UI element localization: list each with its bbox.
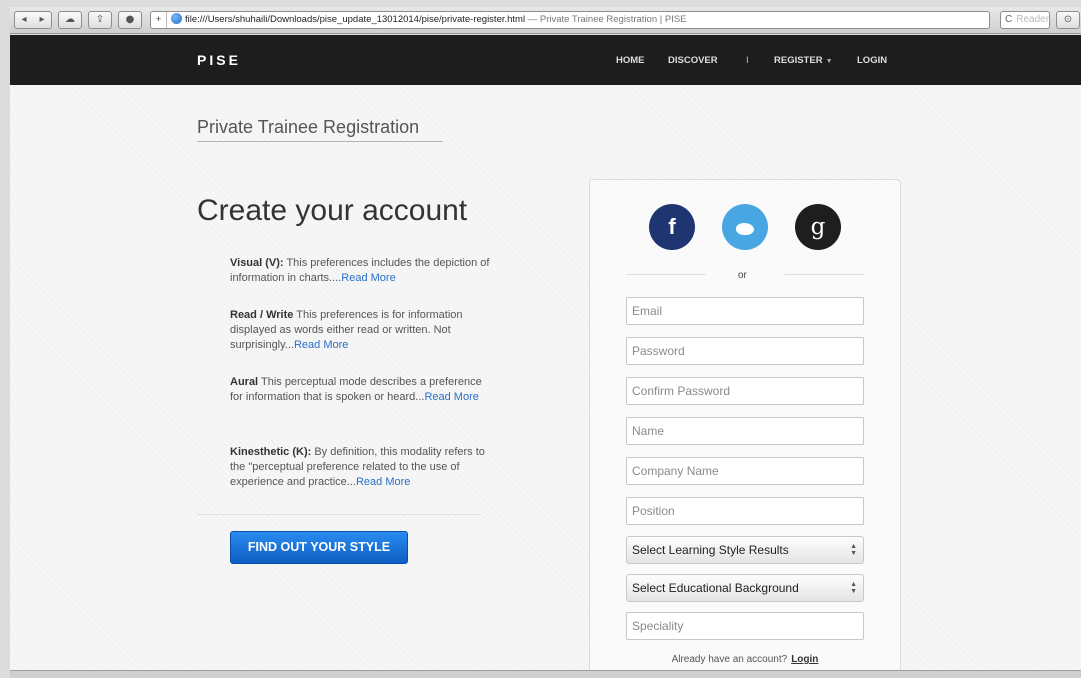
company-name-field[interactable] [626,457,864,485]
preference-title: Kinesthetic (K): [230,446,312,458]
share-icon[interactable]: ⇪ [88,11,112,29]
twitter-icon[interactable] [722,204,768,250]
page-tab-title: — Private Trainee Registration | PISE [527,14,687,25]
position-field[interactable] [626,497,864,525]
nav-separator: I [746,55,749,66]
brand-logo[interactable]: PISE [197,52,241,68]
url-text[interactable]: file:///Users/shuhaili/Downloads/pise_up… [185,14,525,25]
nav-register-label[interactable]: REGISTER [774,55,823,66]
reader-label[interactable]: Reader [1016,14,1049,25]
globe-icon [171,13,182,24]
back-arrow-icon[interactable]: ◂ [15,12,33,28]
stop-icon[interactable]: ● [118,11,142,29]
preference-read-write: Read / Write This preferences is for inf… [230,308,490,353]
page-subtitle: Private Trainee Registration [197,117,420,137]
or-divider-left [626,274,706,275]
read-more-link[interactable]: Read More [294,339,348,351]
add-bookmark-icon[interactable]: + [151,12,167,28]
password-field[interactable] [626,337,864,365]
reader-button[interactable]: C Reader [1000,11,1050,29]
preference-kinesthetic: Kinesthetic (K): By definition, this mod… [230,445,490,490]
preference-title: Aural [230,376,259,388]
confirm-password-field[interactable] [626,377,864,405]
speciality-field[interactable] [626,612,864,640]
or-divider-right [785,274,865,275]
top-navbar: PISE HOME DISCOVER I REGISTER ▼ LOGIN [10,35,1081,85]
preference-visual: Visual (V): This preferences includes th… [230,256,490,286]
address-bar[interactable]: + file:///Users/shuhaili/Downloads/pise_u… [150,11,990,29]
preference-title: Read / Write [230,309,294,321]
learning-style-select-value: Select Learning Style Results [632,543,789,557]
nav-login[interactable]: LOGIN [857,55,887,66]
login-prompt: Already have an account? Login [590,654,900,665]
educational-background-select[interactable]: Select Educational Background ▲ ▼ [626,574,864,602]
registration-form: f g or Select Learning Style Results ▲▼ … [589,179,901,678]
section-divider [197,514,481,515]
nav-discover[interactable]: DISCOVER [668,55,718,66]
forward-arrow-icon[interactable]: ▸ [33,12,51,28]
preference-title: Visual (V): [230,257,284,269]
downloads-icon[interactable]: ⊙ [1056,11,1080,29]
or-label: or [738,270,747,281]
learning-style-select[interactable]: Select Learning Style Results ▲ ▼ [626,536,864,564]
find-out-style-button[interactable]: FIND OUT YOUR STYLE [230,531,408,564]
select-arrows-icon: ▲ ▼ [850,543,857,557]
browser-toolbar: ◂ ▸ ☁ ⇪ ● + file:///Users/shuhaili/Downloa… [10,7,1081,34]
already-account-text: Already have an account? [671,654,788,665]
page-title: Create your account [197,194,468,227]
bird-icon [736,223,754,235]
reload-icon[interactable]: C [1005,14,1012,25]
education-select-value: Select Educational Background [632,581,799,595]
browser-statusbar [10,670,1081,678]
preference-aural: Aural This perceptual mode describes a p… [230,375,490,405]
caret-down-icon[interactable]: ▼ [826,58,833,65]
email-field[interactable] [626,297,864,325]
nav-register[interactable]: REGISTER ▼ [774,55,833,66]
google-icon[interactable]: g [795,204,841,250]
subtitle-underline [197,141,443,142]
nav-home[interactable]: HOME [616,55,645,66]
back-forward-buttons[interactable]: ◂ ▸ [14,11,52,29]
login-link[interactable]: Login [791,654,818,665]
select-arrows-icon: ▲ ▼ [850,581,857,595]
page-content: PISE HOME DISCOVER I REGISTER ▼ LOGIN Pri… [10,35,1081,678]
name-field[interactable] [626,417,864,445]
read-more-link[interactable]: Read More [424,391,478,403]
icloud-icon[interactable]: ☁ [58,11,82,29]
read-more-link[interactable]: Read More [341,272,395,284]
read-more-link[interactable]: Read More [356,476,410,488]
facebook-icon[interactable]: f [649,204,695,250]
